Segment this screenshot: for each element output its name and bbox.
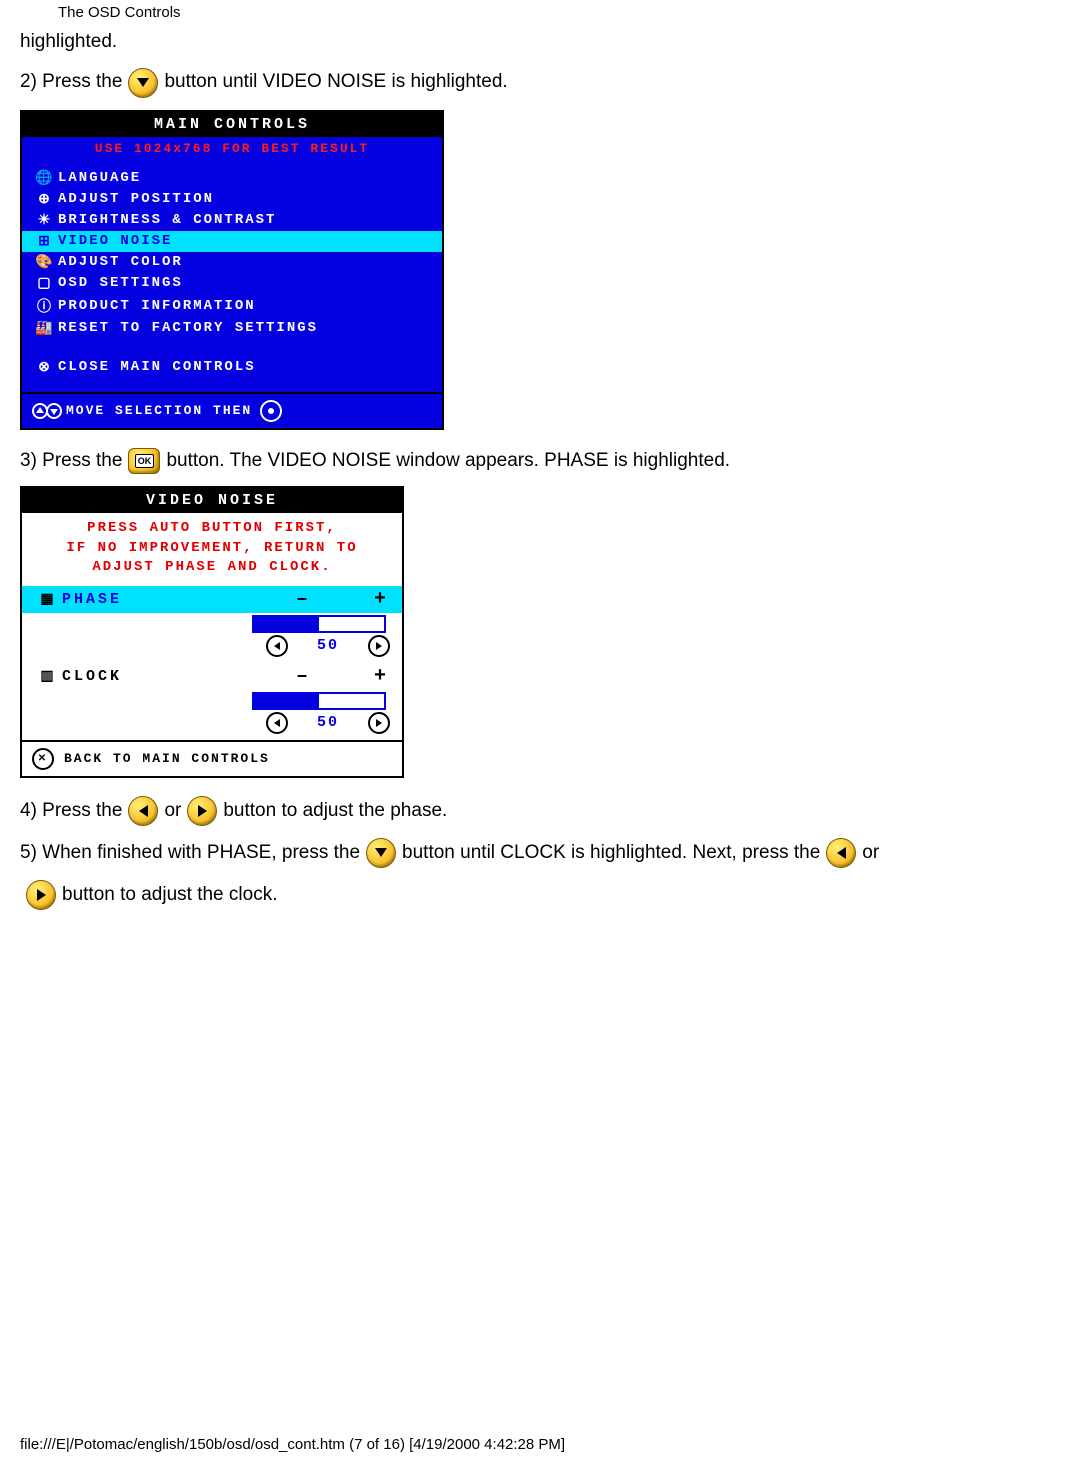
ok-button-icon: OK bbox=[128, 448, 160, 474]
vn-message: PRESS AUTO BUTTON FIRST, IF NO IMPROVEME… bbox=[22, 513, 402, 586]
step-3: 3) Press the OK button. The VIDEO NOISE … bbox=[20, 448, 1060, 475]
page-header: The OSD Controls bbox=[58, 4, 1060, 21]
down-button-icon bbox=[128, 68, 158, 98]
text: or bbox=[164, 798, 181, 825]
vn-phase-bar bbox=[252, 615, 386, 633]
updown-icon bbox=[32, 402, 62, 420]
vn-label: PHASE bbox=[62, 591, 290, 608]
osd-item-label: RESET TO FACTORY SETTINGS bbox=[58, 320, 318, 336]
vn-clock-bar bbox=[252, 692, 386, 710]
osd-item-label: ADJUST COLOR bbox=[58, 254, 183, 270]
osd-item-brightness-contrast[interactable]: ☀ BRIGHTNESS & CONTRAST bbox=[22, 210, 442, 231]
osd-item-label: LANGUAGE bbox=[58, 170, 141, 186]
info-icon: ⓘ bbox=[32, 296, 58, 316]
osd-subtitle: USE 1024x768 FOR BEST RESULT bbox=[22, 137, 442, 164]
text: button to adjust the phase. bbox=[223, 798, 447, 825]
vn-clock-value: 50 bbox=[298, 714, 358, 731]
osd-item-label: PRODUCT INFORMATION bbox=[58, 298, 256, 314]
osd-main-controls: MAIN CONTROLS USE 1024x768 FOR BEST RESU… bbox=[20, 110, 444, 430]
vn-msg-line: IF NO IMPROVEMENT, RETURN TO bbox=[26, 539, 398, 559]
text: 4) Press the bbox=[20, 798, 122, 825]
vn-clock-bar-row bbox=[22, 690, 402, 712]
step-4: 4) Press the or button to adjust the pha… bbox=[20, 796, 1060, 826]
vn-row-clock[interactable]: ▥ CLOCK – + bbox=[22, 663, 402, 690]
phase-icon: ▦ bbox=[32, 591, 62, 608]
osd-settings-icon: ▢ bbox=[32, 275, 58, 292]
osd-item-reset-factory[interactable]: 🏭 RESET TO FACTORY SETTINGS bbox=[22, 318, 442, 339]
text: button until CLOCK is highlighted. Next,… bbox=[402, 840, 820, 867]
osd-item-video-noise[interactable]: ⊞ VIDEO NOISE bbox=[22, 231, 442, 252]
vn-phase-value-row: 50 bbox=[22, 635, 402, 663]
text: highlighted. bbox=[20, 29, 117, 56]
text: button until VIDEO NOISE is highlighted. bbox=[164, 69, 507, 96]
plus-icon: + bbox=[374, 665, 386, 688]
osd-item-label: OSD SETTINGS bbox=[58, 275, 183, 291]
text: button. The VIDEO NOISE window appears. … bbox=[166, 448, 730, 475]
page-footer: file:///E|/Potomac/english/150b/osd/osd_… bbox=[0, 1430, 1080, 1463]
brightness-icon: ☀ bbox=[32, 212, 58, 229]
osd-footer-text: MOVE SELECTION THEN bbox=[66, 403, 252, 418]
osd-item-label: ADJUST POSITION bbox=[58, 191, 214, 207]
left-button-icon bbox=[128, 796, 158, 826]
minus-icon: – bbox=[296, 665, 308, 688]
step-2: 2) Press the button until VIDEO NOISE is… bbox=[20, 68, 1060, 98]
right-button-icon bbox=[26, 880, 56, 910]
left-arrow-icon[interactable] bbox=[266, 712, 288, 734]
position-icon: ⊕ bbox=[32, 191, 58, 208]
step-5-cont: button to adjust the clock. bbox=[20, 880, 1060, 910]
vn-clock-value-row: 50 bbox=[22, 712, 402, 740]
text: 3) Press the bbox=[20, 448, 122, 475]
right-arrow-icon[interactable] bbox=[368, 635, 390, 657]
close-icon: ⊗ bbox=[32, 359, 58, 376]
vn-title: VIDEO NOISE bbox=[22, 488, 402, 513]
osd-footer: MOVE SELECTION THEN bbox=[22, 392, 442, 428]
osd-item-product-info[interactable]: ⓘ PRODUCT INFORMATION bbox=[22, 294, 442, 318]
left-arrow-icon[interactable] bbox=[266, 635, 288, 657]
osd-item-adjust-position[interactable]: ⊕ ADJUST POSITION bbox=[22, 189, 442, 210]
osd-video-noise: VIDEO NOISE PRESS AUTO BUTTON FIRST, IF … bbox=[20, 486, 404, 778]
vn-footer-text: BACK TO MAIN CONTROLS bbox=[64, 751, 270, 766]
factory-icon: 🏭 bbox=[32, 320, 58, 337]
vn-phase-bar-row bbox=[22, 613, 402, 635]
vn-phase-value: 50 bbox=[298, 637, 358, 654]
osd-item-label: CLOSE MAIN CONTROLS bbox=[58, 359, 256, 375]
language-icon: 🌐 bbox=[32, 170, 58, 187]
vn-plus-minus: – + bbox=[290, 588, 392, 611]
vn-msg-line: PRESS AUTO BUTTON FIRST, bbox=[26, 519, 398, 539]
osd-item-label: BRIGHTNESS & CONTRAST bbox=[58, 212, 276, 228]
osd-body: 🌐 LANGUAGE ⊕ ADJUST POSITION ☀ BRIGHTNES… bbox=[22, 164, 442, 392]
text: or bbox=[862, 840, 879, 867]
vn-row-phase[interactable]: ▦ PHASE – + bbox=[22, 586, 402, 613]
vn-label: CLOCK bbox=[62, 668, 290, 685]
vn-plus-minus: – + bbox=[290, 665, 392, 688]
osd-item-osd-settings[interactable]: ▢ OSD SETTINGS bbox=[22, 273, 442, 294]
down-button-icon bbox=[366, 838, 396, 868]
text: 5) When finished with PHASE, press the bbox=[20, 840, 360, 867]
osd-item-close[interactable]: ⊗ CLOSE MAIN CONTROLS bbox=[22, 357, 442, 378]
right-arrow-icon[interactable] bbox=[368, 712, 390, 734]
osd-item-adjust-color[interactable]: 🎨 ADJUST COLOR bbox=[22, 252, 442, 273]
vn-msg-line: ADJUST PHASE AND CLOCK. bbox=[26, 558, 398, 578]
video-noise-icon: ⊞ bbox=[32, 233, 58, 250]
right-button-icon bbox=[187, 796, 217, 826]
step-5: 5) When finished with PHASE, press the b… bbox=[20, 838, 1060, 868]
left-button-icon bbox=[826, 838, 856, 868]
ok-icon bbox=[260, 400, 282, 422]
plus-icon: + bbox=[374, 588, 386, 611]
text: button to adjust the clock. bbox=[62, 882, 277, 909]
osd-item-label: VIDEO NOISE bbox=[58, 233, 172, 249]
vn-footer[interactable]: ✕ BACK TO MAIN CONTROLS bbox=[22, 740, 402, 776]
color-icon: 🎨 bbox=[32, 254, 58, 271]
osd-title: MAIN CONTROLS bbox=[22, 112, 442, 137]
close-icon: ✕ bbox=[32, 748, 54, 770]
minus-icon: – bbox=[296, 588, 308, 611]
text: 2) Press the bbox=[20, 69, 122, 96]
fragment-highlighted: highlighted. bbox=[20, 29, 1060, 56]
clock-icon: ▥ bbox=[32, 668, 62, 685]
osd-item-language[interactable]: 🌐 LANGUAGE bbox=[22, 168, 442, 189]
